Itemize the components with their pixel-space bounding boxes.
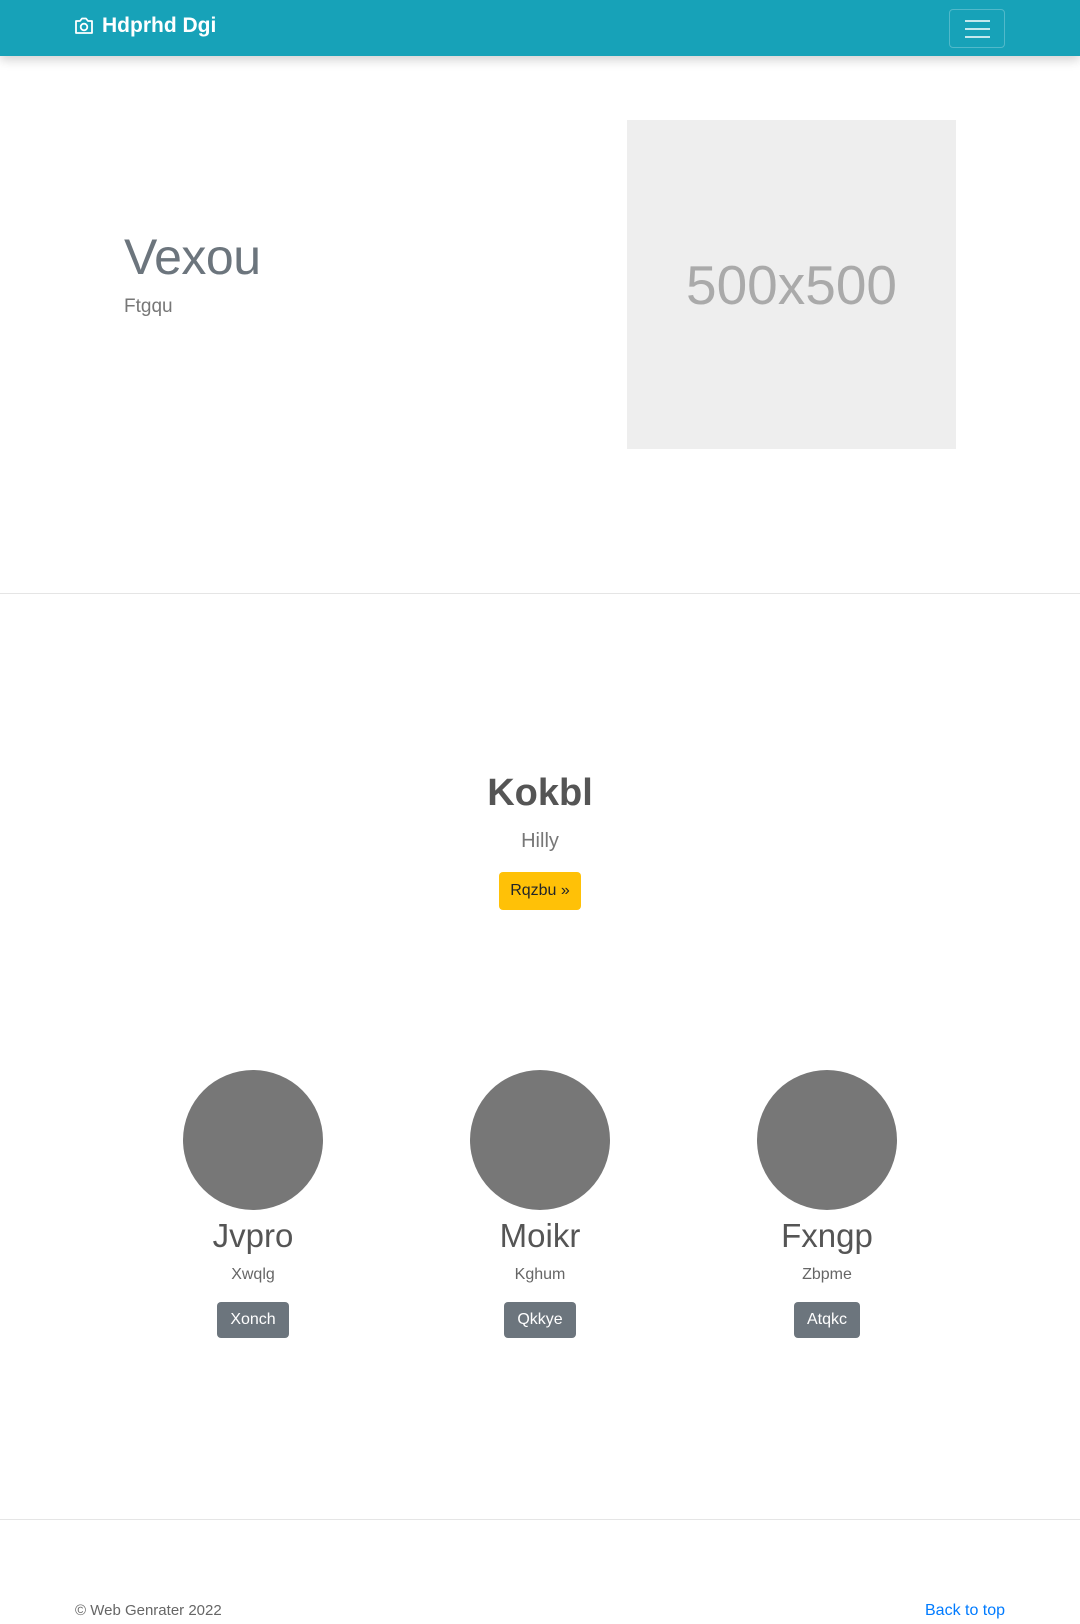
avatar xyxy=(757,1070,897,1210)
brand-text: Hdprhd Dgi xyxy=(102,14,217,37)
feature-subtitle: Hilly xyxy=(521,830,559,852)
camera-icon xyxy=(74,17,94,35)
card-subtitle: Zbpme xyxy=(802,1266,852,1284)
hero-title: Vexou xyxy=(124,229,261,285)
card-button[interactable]: Xonch xyxy=(217,1302,289,1339)
footer-copyright: © Web Genrater 2022 xyxy=(75,1602,222,1619)
card-title: Moikr xyxy=(499,1217,581,1254)
card-title: Fxngp xyxy=(781,1217,873,1254)
placeholder-label: 500x500 xyxy=(685,253,898,316)
footer-divider xyxy=(0,1519,1080,1520)
back-to-top-link[interactable]: Back to top xyxy=(925,1602,1005,1620)
hero-image-placeholder: 500x500 xyxy=(627,120,956,449)
card-subtitle: Xwqlg xyxy=(231,1266,275,1284)
card-button[interactable]: Qkkye xyxy=(504,1302,576,1339)
avatar xyxy=(183,1070,323,1210)
feature-title: Kokbl xyxy=(487,772,593,814)
card-button[interactable]: Atqkc xyxy=(793,1302,860,1339)
hamburger-icon xyxy=(964,19,990,22)
hero-subtitle: Ftgqu xyxy=(124,296,173,317)
feature-cta-button[interactable]: Rqzbu » xyxy=(499,872,581,910)
navbar: Hdprhd Dgi xyxy=(0,0,1080,56)
card-subtitle: Kghum xyxy=(514,1266,566,1284)
card-title: Jvpro xyxy=(212,1217,294,1254)
avatar xyxy=(470,1070,610,1210)
navbar-brand[interactable]: Hdprhd Dgi xyxy=(74,14,216,38)
card: Jvpro Xwqlg Xonch xyxy=(153,1070,353,1339)
navbar-toggler-button[interactable] xyxy=(949,9,1005,48)
section-divider xyxy=(0,593,1080,594)
card: Fxngp Zbpme Atqkc xyxy=(727,1070,927,1339)
card: Moikr Kghum Qkkye xyxy=(440,1070,640,1339)
